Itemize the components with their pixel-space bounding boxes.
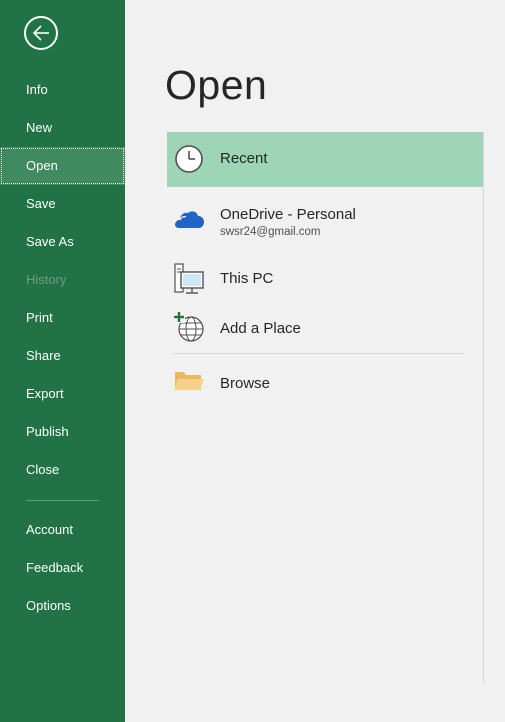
clock-icon: [175, 145, 203, 173]
page-title: Open: [165, 62, 268, 108]
location-this-pc[interactable]: This PC: [167, 260, 483, 298]
back-arrow-icon: [32, 25, 49, 41]
nav-item-feedback[interactable]: Feedback: [0, 549, 125, 587]
computer-icon: [174, 263, 204, 294]
nav-item-share[interactable]: Share: [0, 337, 125, 375]
folder-icon: [174, 372, 204, 390]
nav-item-save[interactable]: Save: [0, 185, 125, 223]
location-label: OneDrive - Personal: [220, 206, 356, 223]
locations-divider: [483, 132, 484, 684]
location-add-place[interactable]: Add a Place: [167, 308, 483, 348]
nav-item-options[interactable]: Options: [0, 587, 125, 625]
nav-item-print[interactable]: Print: [0, 299, 125, 337]
nav-item-history: History: [26, 272, 67, 287]
locations-separator: [173, 353, 463, 354]
nav-item-close[interactable]: Close: [0, 451, 125, 489]
back-button[interactable]: [24, 16, 58, 50]
nav-item-account[interactable]: Account: [0, 511, 125, 549]
location-label: Browse: [220, 375, 271, 392]
location-account-email: swsr24@gmail.com: [220, 226, 321, 238]
nav-item-export[interactable]: Export: [0, 375, 125, 413]
location-label: Recent: [220, 150, 268, 167]
onedrive-cloud-icon: [175, 211, 204, 228]
location-recent[interactable]: Recent: [167, 132, 483, 187]
nav-item-open[interactable]: Open: [0, 147, 125, 185]
sidebar-divider: [26, 500, 99, 501]
location-label: Add a Place: [220, 320, 301, 337]
nav-item-info[interactable]: Info: [0, 71, 125, 109]
location-browse[interactable]: Browse: [167, 364, 483, 400]
add-place-globe-icon: [173, 311, 204, 342]
nav-item-publish[interactable]: Publish: [0, 413, 125, 451]
location-label: This PC: [220, 270, 274, 287]
location-onedrive[interactable]: OneDrive - Personal swsr24@gmail.com: [167, 197, 483, 247]
backstage-sidebar: Info New Open Save Save As History Print…: [0, 0, 125, 722]
nav-item-save-as[interactable]: Save As: [0, 223, 125, 261]
nav-item-new[interactable]: New: [0, 109, 125, 147]
